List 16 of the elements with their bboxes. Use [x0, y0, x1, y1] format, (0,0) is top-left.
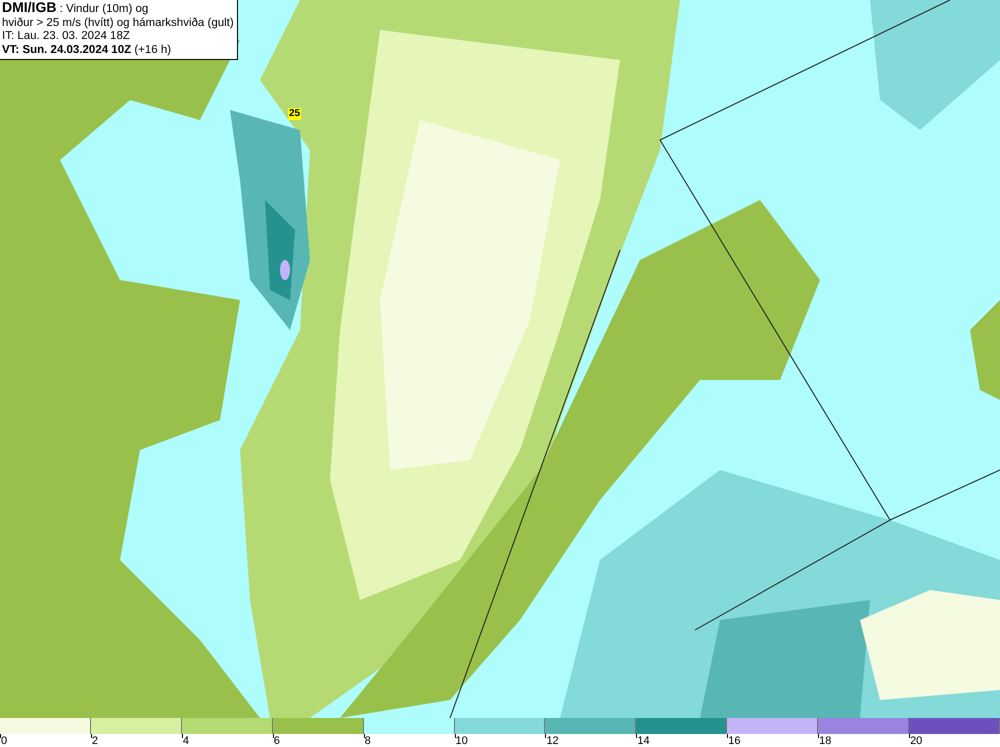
legend-tick-label: 20 [910, 735, 922, 747]
legend-tick-label: 14 [637, 735, 650, 747]
title-line: IT: Lau. 23. 03. 2024 18Z [2, 30, 131, 44]
title-line: VT: Sun. 24.03.2024 10Z (+16 h) [2, 44, 172, 57]
legend-tick-label: 12 [546, 735, 559, 747]
legend-tick-label: 8 [364, 735, 371, 747]
legend-tick-label: 18 [819, 735, 832, 747]
title-line: DMI/IGB : Vindur (10m) og [2, 1, 150, 16]
legend-tick-label: 0 [1, 735, 8, 747]
gust-label: 25 [288, 108, 302, 120]
legend-tick-label: 2 [92, 735, 98, 747]
legend-tick-label: 6 [274, 735, 280, 747]
legend-tick-label: 16 [728, 735, 740, 747]
legend-tick-label: 4 [182, 735, 189, 747]
title-line: hviður > 25 m/s (hvítt) og hámarkshviða (gult) [2, 16, 234, 30]
legend-tick-label: 10 [456, 735, 468, 747]
